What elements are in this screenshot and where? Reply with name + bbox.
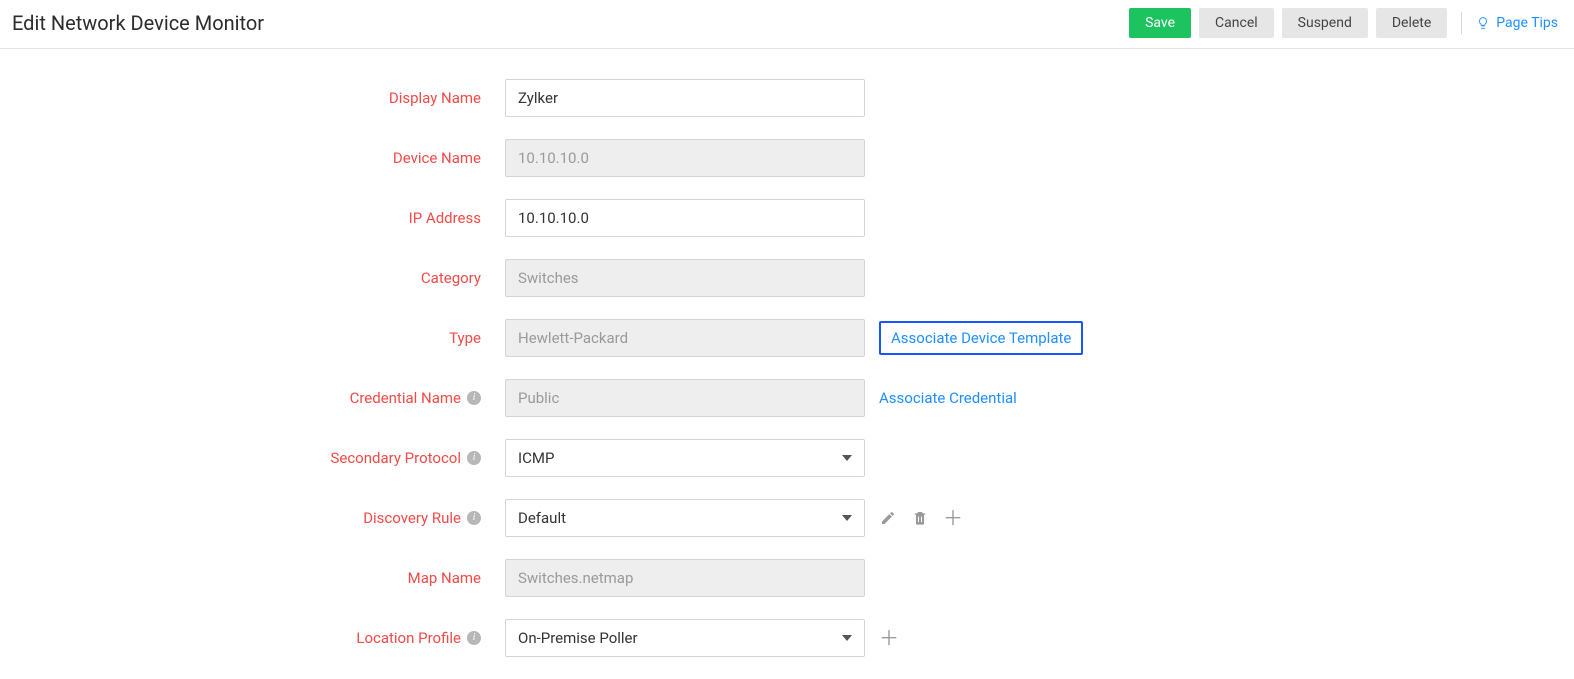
location-profile-value: On-Premise Poller bbox=[518, 629, 638, 647]
discovery-rule-select[interactable]: Default bbox=[505, 499, 865, 537]
label-credential-name: Credential Name bbox=[350, 389, 461, 407]
plus-icon[interactable]: ＋ bbox=[879, 628, 899, 648]
label-display-name: Display Name bbox=[389, 89, 481, 107]
delete-button[interactable]: Delete bbox=[1376, 8, 1447, 38]
row-ip-address: IP Address bbox=[0, 199, 1574, 237]
lightbulb-icon bbox=[1476, 16, 1490, 30]
discovery-rule-value: Default bbox=[518, 509, 566, 527]
page-header: Edit Network Device Monitor Save Cancel … bbox=[0, 0, 1574, 49]
type-field: Hewlett-Packard bbox=[505, 319, 865, 357]
map-name-field: Switches.netmap bbox=[505, 559, 865, 597]
category-field: Switches bbox=[505, 259, 865, 297]
row-type: Type Hewlett-Packard Associate Device Te… bbox=[0, 319, 1574, 357]
row-credential-name: Credential Name i Public Associate Crede… bbox=[0, 379, 1574, 417]
row-device-name: Device Name 10.10.10.0 bbox=[0, 139, 1574, 177]
label-map-name: Map Name bbox=[408, 569, 481, 587]
form-area: Display Name Device Name 10.10.10.0 IP A… bbox=[0, 49, 1574, 657]
row-secondary-protocol: Secondary Protocol i ICMP bbox=[0, 439, 1574, 477]
chevron-down-icon bbox=[842, 635, 852, 641]
info-icon[interactable]: i bbox=[467, 391, 481, 405]
edit-icon[interactable] bbox=[879, 509, 897, 527]
header-actions: Save Cancel Suspend Delete Page Tips bbox=[1129, 8, 1558, 38]
row-map-name: Map Name Switches.netmap bbox=[0, 559, 1574, 597]
row-display-name: Display Name bbox=[0, 79, 1574, 117]
chevron-down-icon bbox=[842, 455, 852, 461]
cancel-button[interactable]: Cancel bbox=[1199, 8, 1274, 38]
save-button[interactable]: Save bbox=[1129, 8, 1191, 38]
label-location-profile: Location Profile bbox=[356, 629, 461, 647]
display-name-input[interactable] bbox=[505, 79, 865, 117]
info-icon[interactable]: i bbox=[467, 451, 481, 465]
ip-address-input[interactable] bbox=[505, 199, 865, 237]
page-tips-label: Page Tips bbox=[1496, 15, 1558, 31]
label-device-name: Device Name bbox=[393, 149, 481, 167]
label-discovery-rule: Discovery Rule bbox=[363, 509, 461, 527]
label-secondary-protocol: Secondary Protocol bbox=[330, 449, 461, 467]
page-tips-link[interactable]: Page Tips bbox=[1476, 15, 1558, 31]
page-title: Edit Network Device Monitor bbox=[12, 11, 264, 35]
label-ip-address: IP Address bbox=[409, 209, 481, 227]
label-category: Category bbox=[421, 269, 481, 287]
secondary-protocol-select[interactable]: ICMP bbox=[505, 439, 865, 477]
associate-device-template-link[interactable]: Associate Device Template bbox=[879, 321, 1083, 355]
device-name-field: 10.10.10.0 bbox=[505, 139, 865, 177]
location-profile-select[interactable]: On-Premise Poller bbox=[505, 619, 865, 657]
row-location-profile: Location Profile i On-Premise Poller ＋ bbox=[0, 619, 1574, 657]
trash-icon[interactable] bbox=[911, 509, 929, 527]
label-type: Type bbox=[449, 329, 481, 347]
associate-credential-link[interactable]: Associate Credential bbox=[879, 389, 1017, 407]
row-discovery-rule: Discovery Rule i Default ＋ bbox=[0, 499, 1574, 537]
plus-icon[interactable]: ＋ bbox=[943, 508, 963, 528]
credential-name-field: Public bbox=[505, 379, 865, 417]
chevron-down-icon bbox=[842, 515, 852, 521]
suspend-button[interactable]: Suspend bbox=[1282, 8, 1368, 38]
divider bbox=[1461, 12, 1462, 34]
secondary-protocol-value: ICMP bbox=[518, 449, 554, 467]
info-icon[interactable]: i bbox=[467, 511, 481, 525]
info-icon[interactable]: i bbox=[467, 631, 481, 645]
row-category: Category Switches bbox=[0, 259, 1574, 297]
